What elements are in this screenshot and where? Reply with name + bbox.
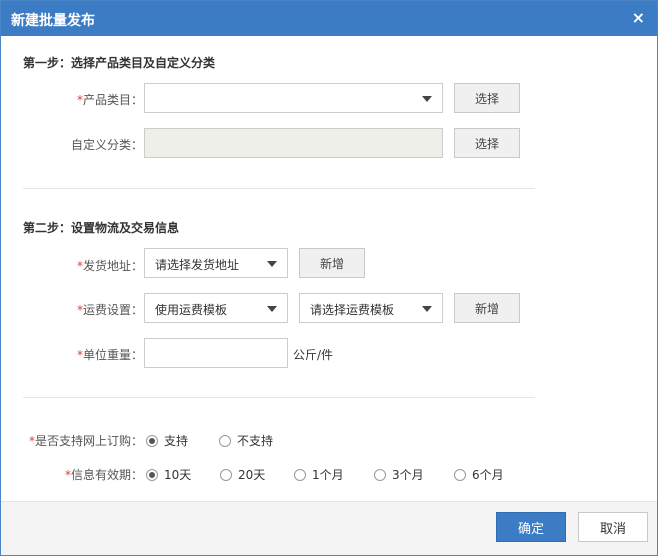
radio-label: 6个月 (472, 468, 504, 482)
step2-title: 第二步：设置物流及交易信息 (23, 221, 180, 235)
radio-label: 10天 (164, 468, 192, 482)
online-radio-support[interactable]: 支持 (146, 432, 188, 449)
address-select-value: 请选择发货地址 (155, 258, 240, 272)
add-freight-template-button[interactable]: 新增 (454, 293, 520, 323)
batch-publish-dialog: 新建批量发布 × 第一步：选择产品类目及自定义分类 *产品类目： 选择 自定义分… (0, 0, 658, 556)
dialog-footer: 确定 取消 (1, 501, 657, 555)
divider (23, 397, 535, 398)
online-order-label-text: 是否支持网上订购： (34, 434, 143, 448)
dialog-titlebar: 新建批量发布 × (1, 1, 657, 36)
online-order-label: *是否支持网上订购： (21, 432, 143, 449)
validity-radio-6m[interactable]: 6个月 (454, 466, 504, 483)
radio-unchecked-icon (219, 434, 231, 447)
custom-category-choose-button[interactable]: 选择 (454, 128, 520, 158)
online-radio-not-support[interactable]: 不支持 (219, 432, 273, 449)
category-select[interactable] (144, 83, 443, 113)
chevron-down-icon (422, 306, 432, 312)
custom-category-label: 自定义分类： (70, 138, 143, 152)
validity-radio-20d[interactable]: 20天 (220, 466, 265, 483)
freight-label-text: 运费设置： (82, 303, 143, 317)
radio-label: 3个月 (392, 468, 424, 482)
add-address-button[interactable]: 新增 (299, 248, 365, 278)
step1-title: 第一步：选择产品类目及自定义分类 (23, 56, 216, 70)
confirm-button[interactable]: 确定 (496, 512, 566, 542)
radio-checked-icon (146, 468, 158, 481)
close-icon[interactable]: × (632, 9, 645, 27)
dialog-title: 新建批量发布 (11, 13, 95, 29)
radio-label: 支持 (164, 434, 189, 448)
category-label: *产品类目： (61, 91, 143, 108)
validity-label: *信息有效期： (41, 466, 143, 483)
weight-unit: 公斤/件 (293, 348, 334, 362)
weight-label-text: 单位重量： (82, 348, 143, 362)
divider (23, 188, 535, 189)
validity-radio-3m[interactable]: 3个月 (374, 466, 424, 483)
address-label: *发货地址： (61, 257, 143, 274)
chevron-down-icon (267, 306, 277, 312)
freight-label: *运费设置： (61, 301, 143, 318)
radio-unchecked-icon (294, 468, 306, 481)
category-label-text: 产品类目： (82, 93, 143, 107)
custom-category-field (144, 128, 443, 158)
freight-template-value: 请选择运费模板 (310, 303, 395, 317)
validity-label-text: 信息有效期： (70, 468, 143, 482)
radio-label: 1个月 (312, 468, 344, 482)
radio-label: 不支持 (237, 434, 274, 448)
radio-unchecked-icon (454, 468, 466, 481)
chevron-down-icon (422, 96, 432, 102)
radio-unchecked-icon (220, 468, 232, 481)
address-select[interactable]: 请选择发货地址 (144, 248, 288, 278)
cancel-button[interactable]: 取消 (578, 512, 648, 542)
weight-input[interactable] (144, 338, 288, 368)
weight-label: *单位重量： (61, 346, 143, 363)
radio-checked-icon (146, 434, 158, 447)
radio-label: 20天 (238, 468, 266, 482)
category-choose-button[interactable]: 选择 (454, 83, 520, 113)
freight-type-select[interactable]: 使用运费模板 (144, 293, 288, 323)
freight-type-value: 使用运费模板 (155, 303, 228, 317)
validity-radio-10d[interactable]: 10天 (146, 466, 191, 483)
freight-template-select[interactable]: 请选择运费模板 (299, 293, 443, 323)
chevron-down-icon (267, 261, 277, 267)
radio-unchecked-icon (374, 468, 386, 481)
validity-radio-1m[interactable]: 1个月 (294, 466, 344, 483)
address-label-text: 发货地址： (82, 259, 143, 273)
